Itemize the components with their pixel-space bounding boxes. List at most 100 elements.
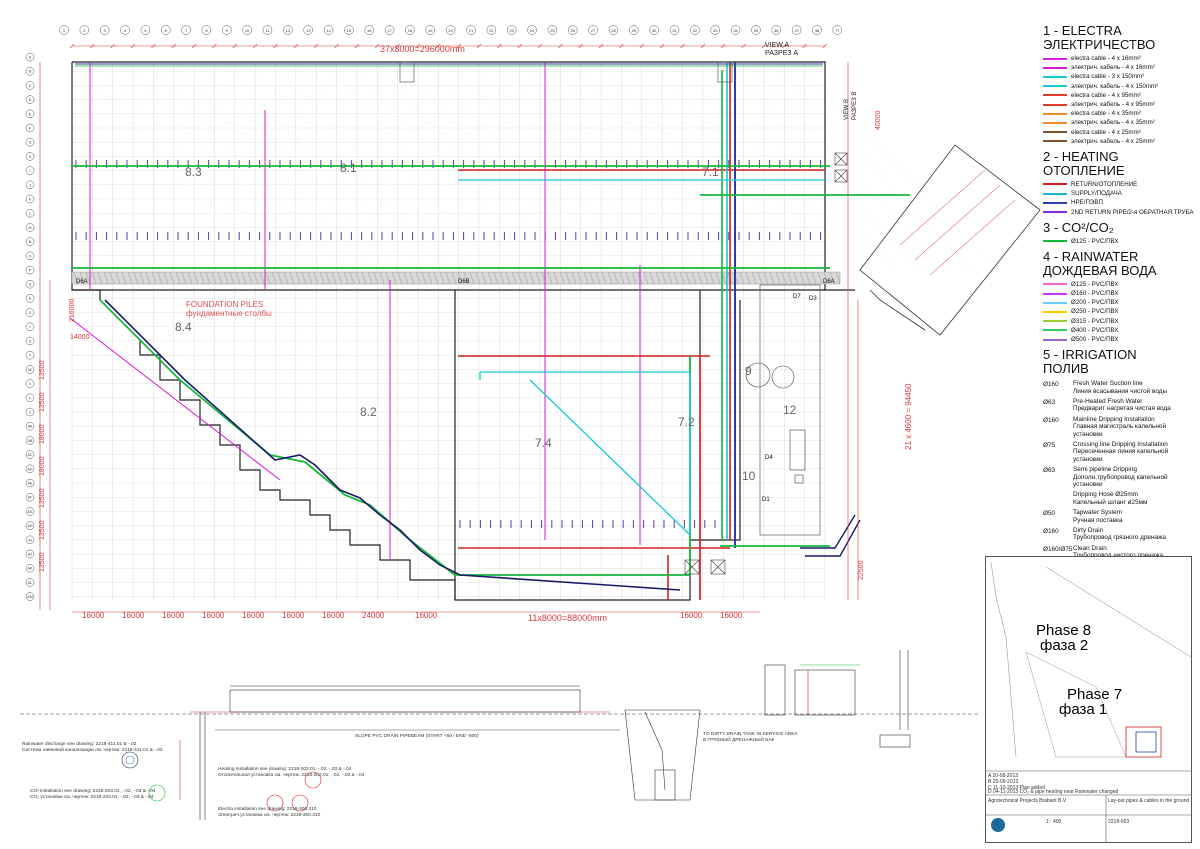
row-letter: AE <box>28 482 33 486</box>
irrigation-label-ru: Трубопровод грязного дренажа <box>1073 534 1166 542</box>
rainwater-legend-row: Ø315 - PVC/ПВХ <box>1043 317 1193 326</box>
column-number: 31 <box>672 28 677 33</box>
foundation-label-en: FOUNDATION PILES <box>186 300 263 309</box>
phase-8-label-ru: фаза 2 <box>1040 637 1089 654</box>
irrigation-code: Ø50 <box>1043 510 1056 518</box>
irrigation-code: Ø63 <box>1043 467 1056 475</box>
compartment-12: 12 <box>783 403 797 417</box>
row-letter: AD <box>28 467 33 471</box>
column-number: 17 <box>387 28 392 33</box>
legend-swatch <box>1043 75 1067 78</box>
legend-swatch <box>1043 183 1067 186</box>
irrigation-code: Ø160 <box>1043 416 1059 424</box>
row-letter: AL <box>28 581 32 585</box>
legend-irrigation-heading-en: 5 - IRRIGATION <box>1043 347 1137 363</box>
legend-co2-list: Ø125 - PVC/ПВХ <box>1043 237 1193 246</box>
rainwater-legend-row: Ø500 - PVC/ПВХ <box>1043 335 1193 344</box>
company-name: Agrotechnical Projects Brabant B.V. <box>988 798 1068 804</box>
left-dimension: 13500 <box>39 360 46 380</box>
legend-label: Ø200 - PVC/ПВХ <box>1071 299 1119 307</box>
compartment-7-4: 7.4 <box>535 436 552 450</box>
irrigation-legend-row: Ø75 Crossing line Dripping Installation Пе… <box>1043 441 1193 463</box>
column-number: 20 <box>448 28 453 33</box>
tag-d6b: D6B <box>458 279 470 285</box>
heating-note-ru: Отопительная установка см. чертеж: 2218-… <box>218 772 365 778</box>
bottom-dimension: 16000 <box>82 611 105 620</box>
irrigation-label-en: Fresh Water Suction line <box>1073 380 1143 388</box>
drawing-scale: 1 : 400 <box>1046 819 1062 825</box>
section-notes: Rainwater discharge see drawing: 2218-41… <box>22 731 798 818</box>
tag-d6a-left: D6A <box>76 279 88 285</box>
row-letter: AK <box>28 567 33 571</box>
column-number: 38 <box>815 28 820 33</box>
legend-label: электрич. кабель - 4 x 95mm² <box>1071 101 1155 109</box>
column-number: 23 <box>509 28 514 33</box>
irrigation-legend-row: Ø160 Fresh Water Suction line Линия всасыв… <box>1043 380 1193 395</box>
row-letter: I <box>30 169 31 173</box>
rainwater-legend-row: Ø250 - PVC/ПВХ <box>1043 307 1193 316</box>
sewer-note-en: TO DIRTY DRAIN TANK IN SERVICE AREA <box>703 731 798 737</box>
tag-d1: D1 <box>762 497 770 503</box>
irrigation-code: Ø63 <box>1043 398 1056 406</box>
heating-pipe-markers <box>75 160 822 528</box>
electra-legend-row: electra cable - 3 x 150mm² <box>1043 72 1193 81</box>
irrigation-code: Ø160 <box>1043 528 1059 536</box>
phase-7-label-ru: фаза 1 <box>1059 701 1108 718</box>
compartment-10: 10 <box>742 469 756 483</box>
left-dimension: 13500 <box>39 552 46 572</box>
rainwater-legend-row: Ø400 - PVC/ПВХ <box>1043 326 1193 335</box>
legend-irrigation-heading-ru: ПОЛИВ <box>1043 361 1089 377</box>
electra-note-en: Electra installation see drawing: 2218-3… <box>218 806 317 812</box>
row-letter: G <box>29 141 32 145</box>
electra-legend-row: electra cable - 4 x 25mm² <box>1043 128 1193 137</box>
compartment-8-2: 8.2 <box>360 405 377 419</box>
column-number-bubbles: 1 2 3 4 5 6 7 8 9 10 11 12 13 14 15 16 17 18 19 20 21 22 23 24 2… <box>59 25 843 35</box>
electra-legend-row: электрич. кабель - 4 x 35mm² <box>1043 118 1193 127</box>
compartment-8-4: 8.4 <box>175 320 192 334</box>
irrigation-label-ru: Главная магистраль капельной установки <box>1073 423 1167 438</box>
bottom-dimension: 16000 <box>322 611 345 620</box>
irrigation-legend-row: Ø63 Pre-Heated Fresh Water Предварит нагре… <box>1043 398 1193 413</box>
irrigation-legend-row: Ø50 Tapwater System Ручная поставка <box>1043 509 1193 524</box>
bottom-dimension: 24000 <box>362 611 385 620</box>
irrigation-label-ru: Капельный шланг ø25мм <box>1073 498 1148 506</box>
section-a-label: РАЗРЕЗ А <box>765 50 798 57</box>
column-number: 25 <box>550 28 555 33</box>
section-b-label: РАЗРЕЗ B <box>852 92 858 120</box>
legend-rainwater-heading-ru: ДОЖДЕВАЯ ВОДА <box>1043 262 1157 278</box>
right-top-dimension: 40000 <box>875 110 882 130</box>
view-b-label: VIEW B <box>844 99 850 120</box>
phase-8-label-en: Phase 8 <box>1036 622 1092 639</box>
rainwater-legend-row: Ø125 - PVC/ПВХ <box>1043 280 1193 289</box>
compartment-7-1: 7.1 <box>702 165 719 179</box>
co2-note-ru: CO₂ установки см. чертеж: 2218-203.01, -… <box>30 794 154 800</box>
electra-note-ru: Электрич.установка см. чертеж: 2218-300.… <box>218 812 321 818</box>
legend-swatch <box>1043 112 1067 115</box>
legend-electra-list: electra cable - 4 x 16mm² электрич. кабел… <box>1043 54 1193 146</box>
heating-note-en: Heating installation see drawing: 2218-2… <box>218 766 352 772</box>
bottom-dimension-label: 11x8000=88000mm <box>528 613 607 623</box>
legend-swatch <box>1043 320 1067 323</box>
left-dimension: 13500 <box>39 520 46 540</box>
irrigation-label-en: Tapwater System <box>1073 509 1123 517</box>
column-number: 24 <box>530 28 535 33</box>
irrigation-legend-row: Dripping Hose Ø25mm Капельный шланг ø25мм <box>1043 491 1193 506</box>
irrigation-legend-row: Ø160 Dirty Drain Трубопровод грязного дрен… <box>1043 527 1193 542</box>
bottom-dimension: 16000 <box>415 611 438 620</box>
drawing-title: Lay-out pipes & cables in the ground <box>1108 798 1190 804</box>
phase-inset-and-title-block: Phase 8 фаза 2 Phase 7 фаза 1 A 20-08-20… <box>985 556 1192 843</box>
column-number: 33 <box>713 28 718 33</box>
section-details <box>20 650 980 820</box>
column-number: 30 <box>652 28 657 33</box>
bottom-dimension: 16000 <box>282 611 305 620</box>
heating-legend-row: НРЕ/ПЭВП <box>1043 198 1193 207</box>
column-number: 26 <box>571 28 576 33</box>
legend-rainwater-list: Ø125 - PVC/ПВХ Ø160 - PVC/ПВХ Ø200 - PVC/П… <box>1043 280 1193 344</box>
legend-swatch <box>1043 240 1067 243</box>
electra-legend-row: electra cable - 4 x 16mm² <box>1043 54 1193 63</box>
legend-swatch <box>1043 292 1067 295</box>
co2-legend-row: Ø125 - PVC/ПВХ <box>1043 237 1193 246</box>
legend-swatch <box>1043 283 1067 286</box>
legend-label: 2ND RETURN PIPE/2-я ОБРАТНАЯ ТРУБА <box>1071 208 1194 216</box>
legend-heating-heading-ru: ОТОПЛЕНИЕ <box>1043 162 1125 178</box>
